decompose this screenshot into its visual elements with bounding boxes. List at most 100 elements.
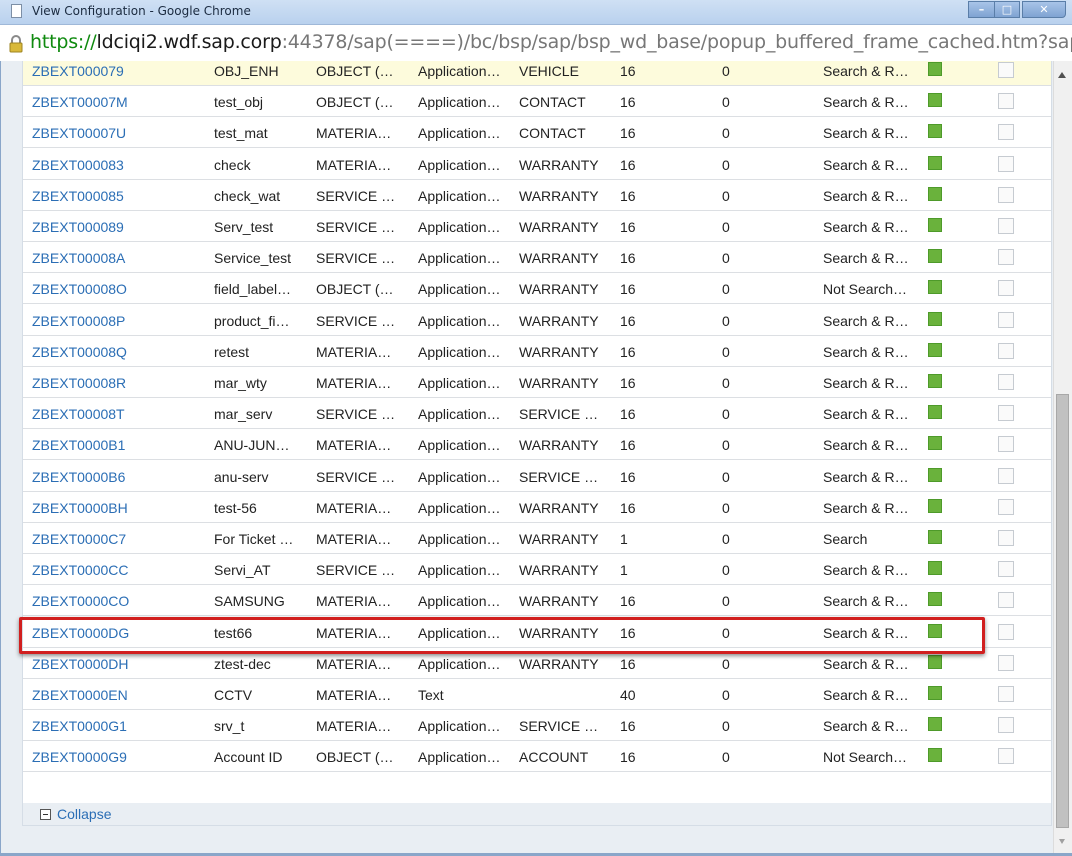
usage: Application… (418, 375, 501, 391)
row-checkbox[interactable] (998, 156, 1014, 172)
table-row[interactable]: ZBEXT000089 Serv_test SERVICE … Application… (23, 211, 1051, 242)
scroll-thumb[interactable] (1056, 394, 1069, 828)
usage: Application… (418, 718, 501, 734)
field-name: mar_wty (214, 375, 267, 391)
row-checkbox[interactable] (998, 468, 1014, 484)
url-text[interactable]: https://ldciqi2.wdf.sap.corp:44378/sap(=… (30, 31, 1072, 53)
table-row[interactable]: ZBEXT0000B1 ANU-JUN… MATERIA… Application… W… (23, 429, 1051, 460)
lock-icon (9, 35, 23, 53)
row-checkbox[interactable] (998, 312, 1014, 328)
field-id-link[interactable]: ZBEXT00007M (32, 94, 128, 110)
table-row[interactable]: ZBEXT0000CO SAMSUNG MATERIA… Application… WA… (23, 585, 1051, 616)
table-row[interactable]: ZBEXT000079 OBJ_ENH OBJECT (… Application… V… (23, 61, 1051, 86)
field-id-link[interactable]: ZBEXT00008R (32, 375, 126, 391)
table-row[interactable]: ZBEXT000085 check_wat SERVICE … Application… (23, 180, 1051, 211)
field-id-link[interactable]: ZBEXT0000B1 (32, 437, 125, 453)
field-id-link[interactable]: ZBEXT0000G1 (32, 718, 127, 734)
table-row[interactable]: ZBEXT0000B6 anu-serv SERVICE … Application…… (23, 461, 1051, 492)
field-id-link[interactable]: ZBEXT0000DH (32, 656, 128, 672)
search-relevance: Search & R… (823, 250, 909, 266)
row-checkbox[interactable] (998, 218, 1014, 234)
usage: Application… (418, 250, 501, 266)
field-id-link[interactable]: ZBEXT00008O (32, 281, 127, 297)
table-row[interactable]: ZBEXT00008O field_label… OBJECT (… Applicat… (23, 273, 1051, 304)
row-checkbox[interactable] (998, 93, 1014, 109)
row-checkbox[interactable] (998, 624, 1014, 640)
table-row[interactable]: ZBEXT00008Q retest MATERIA… Application… WAR… (23, 336, 1051, 367)
row-checkbox[interactable] (998, 374, 1014, 390)
popup-frame: ZBEXT000079 OBJ_ENH OBJECT (… Application… V… (0, 61, 1072, 856)
table-row[interactable]: ZBEXT0000C7 For Ticket … MATERIA… Applicati… (23, 523, 1051, 554)
table-row[interactable]: ZBEXT00008P product_fi… SERVICE … Applicati… (23, 305, 1051, 336)
row-checkbox[interactable] (998, 530, 1014, 546)
field-id-link[interactable]: ZBEXT0000C7 (32, 531, 126, 547)
table-row[interactable]: ZBEXT00007U test_mat MATERIA… Application… C… (23, 117, 1051, 148)
row-checkbox[interactable] (998, 499, 1014, 515)
field-name: Serv_test (214, 219, 274, 235)
table-row[interactable]: ZBEXT00007M test_obj OBJECT (… Application…… (23, 86, 1051, 117)
length: 16 (620, 437, 636, 453)
row-checkbox[interactable] (998, 686, 1014, 702)
object-type: OBJECT (… (316, 94, 394, 110)
decimals: 0 (722, 593, 730, 609)
table-row[interactable]: ZBEXT0000BH test-56 MATERIA… Application… WA… (23, 492, 1051, 523)
field-id-link[interactable]: ZBEXT000085 (32, 188, 124, 204)
row-checkbox[interactable] (998, 62, 1014, 78)
scroll-up-arrow-icon[interactable] (1058, 72, 1066, 78)
table-row[interactable]: ZBEXT00008R mar_wty MATERIA… Application… WA… (23, 367, 1051, 398)
table-row[interactable]: ZBEXT00008T mar_serv SERVICE … Application…… (23, 398, 1051, 429)
field-name: SAMSUNG (214, 593, 285, 609)
field-id-link[interactable]: ZBEXT0000CO (32, 593, 129, 609)
decimals: 0 (722, 406, 730, 422)
table-row[interactable]: ZBEXT000083 check MATERIA… Application… WARR… (23, 149, 1051, 180)
row-checkbox[interactable] (998, 748, 1014, 764)
row-checkbox[interactable] (998, 717, 1014, 733)
field-id-link[interactable]: ZBEXT0000EN (32, 687, 128, 703)
maximize-button[interactable]: □ (994, 1, 1020, 18)
close-button[interactable]: ✕ (1022, 1, 1066, 18)
vertical-scrollbar[interactable] (1053, 61, 1072, 856)
context: WARRANTY (519, 562, 599, 578)
table-row[interactable]: ZBEXT0000G9 Account ID OBJECT (… Applicatio… (23, 741, 1051, 772)
collapse-button[interactable]: Collapse (40, 806, 111, 822)
field-id-link[interactable]: ZBEXT00008A (32, 250, 125, 266)
field-id-link[interactable]: ZBEXT000083 (32, 157, 124, 173)
object-type: OBJECT (… (316, 281, 394, 297)
context: WARRANTY (519, 250, 599, 266)
table-row[interactable]: ZBEXT0000G1 srv_t MATERIA… Application… SERV… (23, 710, 1051, 741)
minimize-button[interactable]: – (968, 1, 994, 18)
row-checkbox[interactable] (998, 343, 1014, 359)
collapse-label: Collapse (57, 806, 112, 822)
field-id-link[interactable]: ZBEXT0000CC (32, 562, 128, 578)
field-id-link[interactable]: ZBEXT000089 (32, 219, 124, 235)
status-flag-icon (928, 343, 942, 357)
scroll-down-arrow-icon[interactable] (1059, 839, 1065, 844)
address-bar[interactable]: https://ldciqi2.wdf.sap.corp:44378/sap(=… (0, 25, 1072, 62)
row-checkbox[interactable] (998, 249, 1014, 265)
object-type: OBJECT (… (316, 63, 394, 79)
length: 16 (620, 157, 636, 173)
table-row[interactable]: ZBEXT0000EN CCTV MATERIA… Text 40 0 Search & R… (23, 679, 1051, 710)
table-row[interactable]: ZBEXT0000CC Servi_AT SERVICE … Application…… (23, 554, 1051, 585)
row-checkbox[interactable] (998, 405, 1014, 421)
field-id-link[interactable]: ZBEXT00008T (32, 406, 125, 422)
row-checkbox[interactable] (998, 280, 1014, 296)
field-id-link[interactable]: ZBEXT000079 (32, 63, 124, 79)
field-id-link[interactable]: ZBEXT00008Q (32, 344, 127, 360)
field-id-link[interactable]: ZBEXT00007U (32, 125, 126, 141)
field-id-link[interactable]: ZBEXT00008P (32, 313, 125, 329)
field-name: mar_serv (214, 406, 273, 422)
row-checkbox[interactable] (998, 187, 1014, 203)
row-checkbox[interactable] (998, 436, 1014, 452)
row-checkbox[interactable] (998, 592, 1014, 608)
field-id-link[interactable]: ZBEXT0000G9 (32, 749, 127, 765)
field-id-link[interactable]: ZBEXT0000BH (32, 500, 128, 516)
field-name: Service_test (214, 250, 292, 266)
field-id-link[interactable]: ZBEXT0000B6 (32, 469, 125, 485)
row-checkbox[interactable] (998, 561, 1014, 577)
row-checkbox[interactable] (998, 124, 1014, 140)
row-checkbox[interactable] (998, 655, 1014, 671)
usage: Application… (418, 406, 501, 422)
object-type: MATERIA… (316, 656, 392, 672)
table-row[interactable]: ZBEXT00008A Service_test SERVICE … Applicat… (23, 242, 1051, 273)
